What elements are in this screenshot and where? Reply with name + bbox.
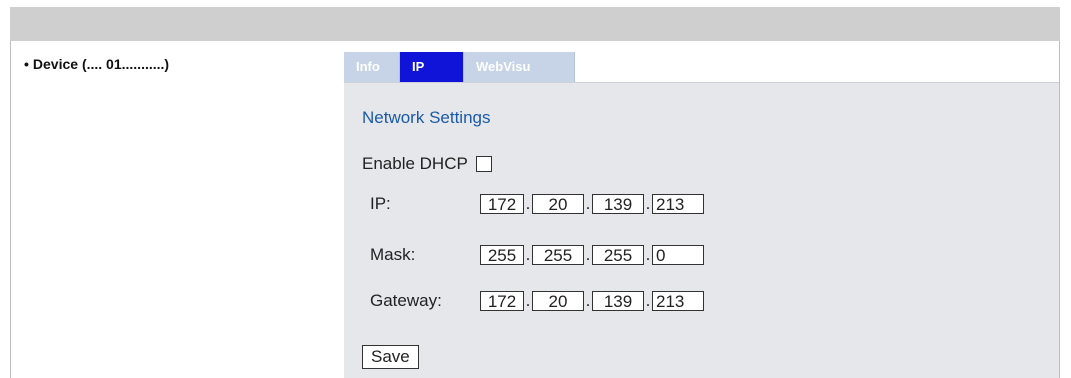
- gateway-label: Gateway:: [370, 291, 442, 310]
- mask-label: Mask:: [370, 245, 416, 264]
- gateway-octet-2[interactable]: 20: [532, 291, 584, 311]
- dot-separator: .: [525, 245, 531, 264]
- mask-octet-4[interactable]: 0: [652, 245, 704, 265]
- dot-separator: .: [645, 245, 651, 264]
- dhcp-checkbox[interactable]: [475, 156, 492, 172]
- gateway-row: Gateway: 172. 20. 139. 213: [362, 291, 704, 311]
- dot-separator: .: [585, 291, 591, 310]
- ip-label: IP:: [370, 194, 391, 213]
- tab-ip[interactable]: IP: [400, 52, 464, 82]
- dhcp-row: Enable DHCP: [362, 154, 492, 174]
- mask-octet-3[interactable]: 255: [592, 245, 644, 265]
- save-button[interactable]: Save: [362, 345, 419, 369]
- dot-separator: .: [585, 194, 591, 213]
- dhcp-label: Enable DHCP: [362, 154, 468, 173]
- mask-row: Mask: 255. 255. 255. 0: [362, 245, 704, 265]
- dot-separator: .: [525, 291, 531, 310]
- ip-row: IP: 172. 20. 139. 213: [362, 194, 704, 214]
- gateway-octet-1[interactable]: 172: [480, 291, 524, 311]
- mask-octet-1[interactable]: 255: [480, 245, 524, 265]
- dot-separator: .: [645, 194, 651, 213]
- ip-octet-4[interactable]: 213: [652, 194, 704, 214]
- ip-octet-1[interactable]: 172: [480, 194, 524, 214]
- ip-octet-3[interactable]: 139: [592, 194, 644, 214]
- dot-separator: .: [585, 245, 591, 264]
- mask-octet-2[interactable]: 255: [532, 245, 584, 265]
- section-title: Network Settings: [362, 108, 491, 127]
- gateway-octet-4[interactable]: 213: [652, 291, 704, 311]
- top-bar: [10, 7, 1060, 41]
- ip-octet-2[interactable]: 20: [532, 194, 584, 214]
- dot-separator: .: [525, 194, 531, 213]
- gateway-octet-3[interactable]: 139: [592, 291, 644, 311]
- tab-bar: Info IP WebVisu: [344, 52, 575, 82]
- tab-info[interactable]: Info: [344, 52, 400, 82]
- dot-separator: .: [645, 291, 651, 310]
- tree-item-label: Device (.... 01...........): [32, 56, 170, 72]
- tab-webvisu[interactable]: WebVisu: [464, 52, 575, 82]
- tree-item-device[interactable]: • Device (.... 01...........): [24, 56, 169, 72]
- bullet-icon: •: [24, 56, 29, 72]
